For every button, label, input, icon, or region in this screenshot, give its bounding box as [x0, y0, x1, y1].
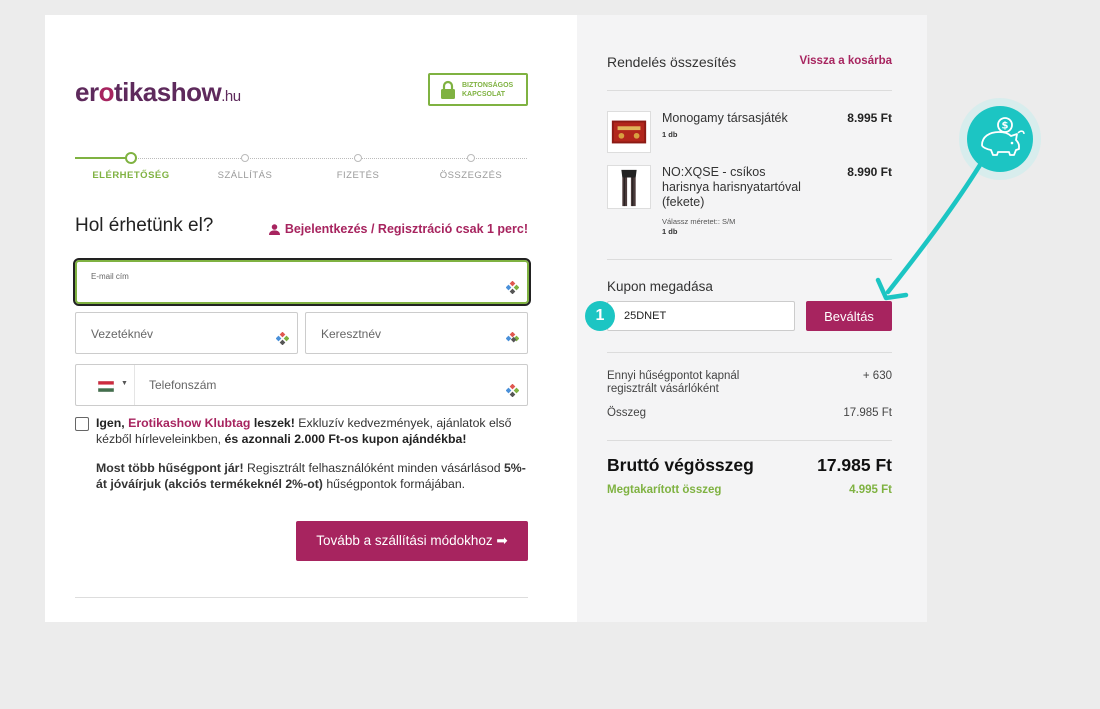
- savings-label: Megtakarított összeg: [607, 484, 722, 496]
- autofill-icon[interactable]: [506, 281, 519, 294]
- autofill-icon[interactable]: [506, 384, 519, 397]
- savings-value: 4.995 Ft: [849, 484, 892, 496]
- step-contact: ELÉRHETŐSÉG: [81, 151, 181, 181]
- product-thumbnail[interactable]: [607, 111, 651, 153]
- login-register-link[interactable]: Bejelentkezés / Regisztráció csak 1 perc…: [268, 222, 528, 236]
- firstname-field[interactable]: Keresztnév: [305, 312, 528, 354]
- secure-connection-badge: BIZTONSÁGOS KAPCSOLAT: [428, 73, 528, 106]
- cart-item: NO:XQSE - csíkos harisnya harisnyatartóv…: [607, 165, 892, 245]
- divider: [607, 440, 892, 441]
- step-number-badge: 1: [585, 301, 615, 331]
- chevron-down-icon[interactable]: ▼: [121, 380, 128, 387]
- coupon-title: Kupon megadása: [607, 279, 713, 294]
- back-to-cart-link[interactable]: Vissza a kosárba: [800, 55, 893, 67]
- continue-to-shipping-button[interactable]: Tovább a szállítási módokhoz ➡: [296, 521, 528, 561]
- product-quantity: 1 db: [662, 130, 678, 139]
- product-name[interactable]: Monogamy társasjáték: [662, 111, 812, 126]
- product-size: Válassz méretet:: S/M: [662, 217, 736, 226]
- loyalty-points-row: Ennyi hűségpontot kapnál regisztrált vás…: [607, 370, 892, 395]
- divider: [607, 259, 892, 260]
- autofill-icon[interactable]: [506, 332, 519, 345]
- loyalty-points-info: Most több hűségpont jár! Regisztrált fel…: [96, 461, 526, 491]
- club-membership-label[interactable]: Igen, Erotikashow Klubtag leszek! Exkluz…: [96, 416, 530, 447]
- lock-icon: [441, 80, 455, 99]
- order-summary-panel: Rendelés összesítés Vissza a kosárba Mon…: [577, 15, 927, 622]
- cart-item: Monogamy társasjáték 1 db 8.995 Ft: [607, 111, 892, 161]
- lastname-field[interactable]: Vezetéknév: [75, 312, 298, 354]
- step-payment: FIZETÉS: [308, 151, 408, 181]
- divider: [75, 597, 528, 598]
- user-icon: [268, 223, 280, 235]
- product-price: 8.995 Ft: [847, 111, 892, 125]
- hungary-flag-icon[interactable]: [98, 381, 114, 392]
- checkout-form-panel: erotikashow.hu BIZTONSÁGOS KAPCSOLAT ELÉ…: [45, 15, 577, 622]
- grand-total-value: 17.985 Ft: [817, 455, 892, 475]
- autofill-icon[interactable]: [276, 332, 289, 345]
- product-name[interactable]: NO:XQSE - csíkos harisnya harisnyatartóv…: [662, 165, 812, 210]
- order-summary-title: Rendelés összesítés: [607, 54, 737, 70]
- divider: [607, 352, 892, 353]
- heart-letter: o: [98, 77, 115, 107]
- email-field[interactable]: E-mail cím: [73, 258, 531, 306]
- product-quantity: 1 db: [662, 227, 678, 236]
- svg-text:$: $: [1002, 121, 1009, 132]
- step-summary: ÖSSZEGZÉS: [421, 151, 521, 181]
- product-thumbnail[interactable]: [607, 165, 651, 209]
- club-membership-checkbox[interactable]: [75, 417, 89, 431]
- grand-total-label: Bruttó végösszeg: [607, 455, 754, 475]
- coupon-input[interactable]: [607, 301, 795, 331]
- curved-arrow-icon: [875, 162, 983, 301]
- checkout-steps: ELÉRHETŐSÉG SZÁLLÍTÁS FIZETÉS ÖSSZEGZÉS: [75, 151, 527, 191]
- step-shipping: SZÁLLÍTÁS: [195, 151, 295, 181]
- site-logo[interactable]: erotikashow.hu: [75, 77, 241, 108]
- divider: [607, 90, 892, 91]
- page-title: Hol érhetünk el?: [75, 215, 214, 236]
- subtotal-row: Összeg 17.985 Ft: [607, 407, 892, 419]
- phone-field[interactable]: ▼ Telefonszám: [75, 364, 528, 406]
